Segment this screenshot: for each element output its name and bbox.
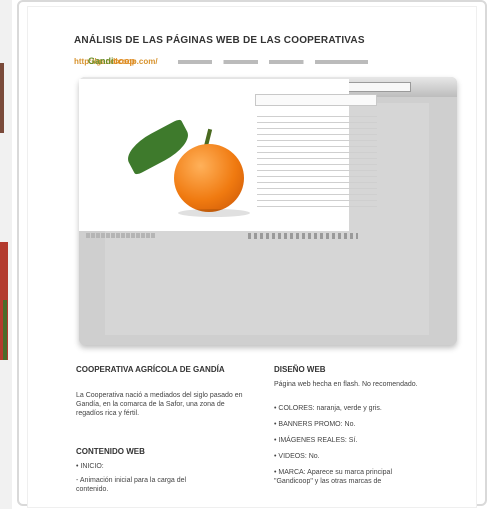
list-item: • INICIO: bbox=[76, 463, 104, 470]
list-item: "Gandicoop" y las otras marcas de bbox=[274, 478, 382, 485]
content-heading: CONTENIDO WEB bbox=[76, 447, 145, 456]
previous-page-photo bbox=[0, 63, 4, 133]
previous-page-edge bbox=[0, 0, 12, 509]
design-heading: DISEÑO WEB bbox=[274, 365, 326, 374]
list-item: • COLORES: naranja, verde y gris. bbox=[274, 405, 382, 412]
list-item: • IMÁGENES REALES: Sí. bbox=[274, 437, 358, 444]
document-page: ANÁLISIS DE LAS PÁGINAS WEB DE LAS COOPE… bbox=[28, 7, 476, 507]
list-item: • BANNERS PROMO: No. bbox=[274, 421, 356, 428]
list-item: • MARCA: Aparece su marca principal bbox=[274, 469, 392, 476]
logo-coop: coop bbox=[113, 56, 136, 66]
orange-image bbox=[174, 144, 244, 212]
site-search-box bbox=[255, 94, 377, 106]
previous-page-photo bbox=[3, 300, 7, 360]
page-title: ANÁLISIS DE LAS PÁGINAS WEB DE LAS COOPE… bbox=[74, 35, 365, 46]
cooperative-description: La Cooperativa nació a mediados del sigl… bbox=[76, 392, 243, 417]
logo-gandi: Gandi bbox=[88, 56, 114, 66]
site-signature bbox=[248, 233, 358, 239]
list-item: - Animación inicial para la carga del bbox=[76, 477, 187, 484]
list-item: contenido. bbox=[76, 486, 109, 493]
orange-shadow bbox=[178, 209, 250, 217]
site-navigation bbox=[178, 60, 368, 64]
design-description: Página web hecha en flash. No recomendad… bbox=[274, 381, 418, 388]
site-text-block bbox=[257, 116, 377, 208]
list-item: • VIDEOS: No. bbox=[274, 453, 320, 460]
cooperative-heading: COOPERATIVA AGRÍCOLA DE GANDÍA bbox=[76, 365, 225, 374]
site-logo: Gandicoop bbox=[88, 56, 135, 66]
site-footer-text bbox=[86, 233, 156, 238]
